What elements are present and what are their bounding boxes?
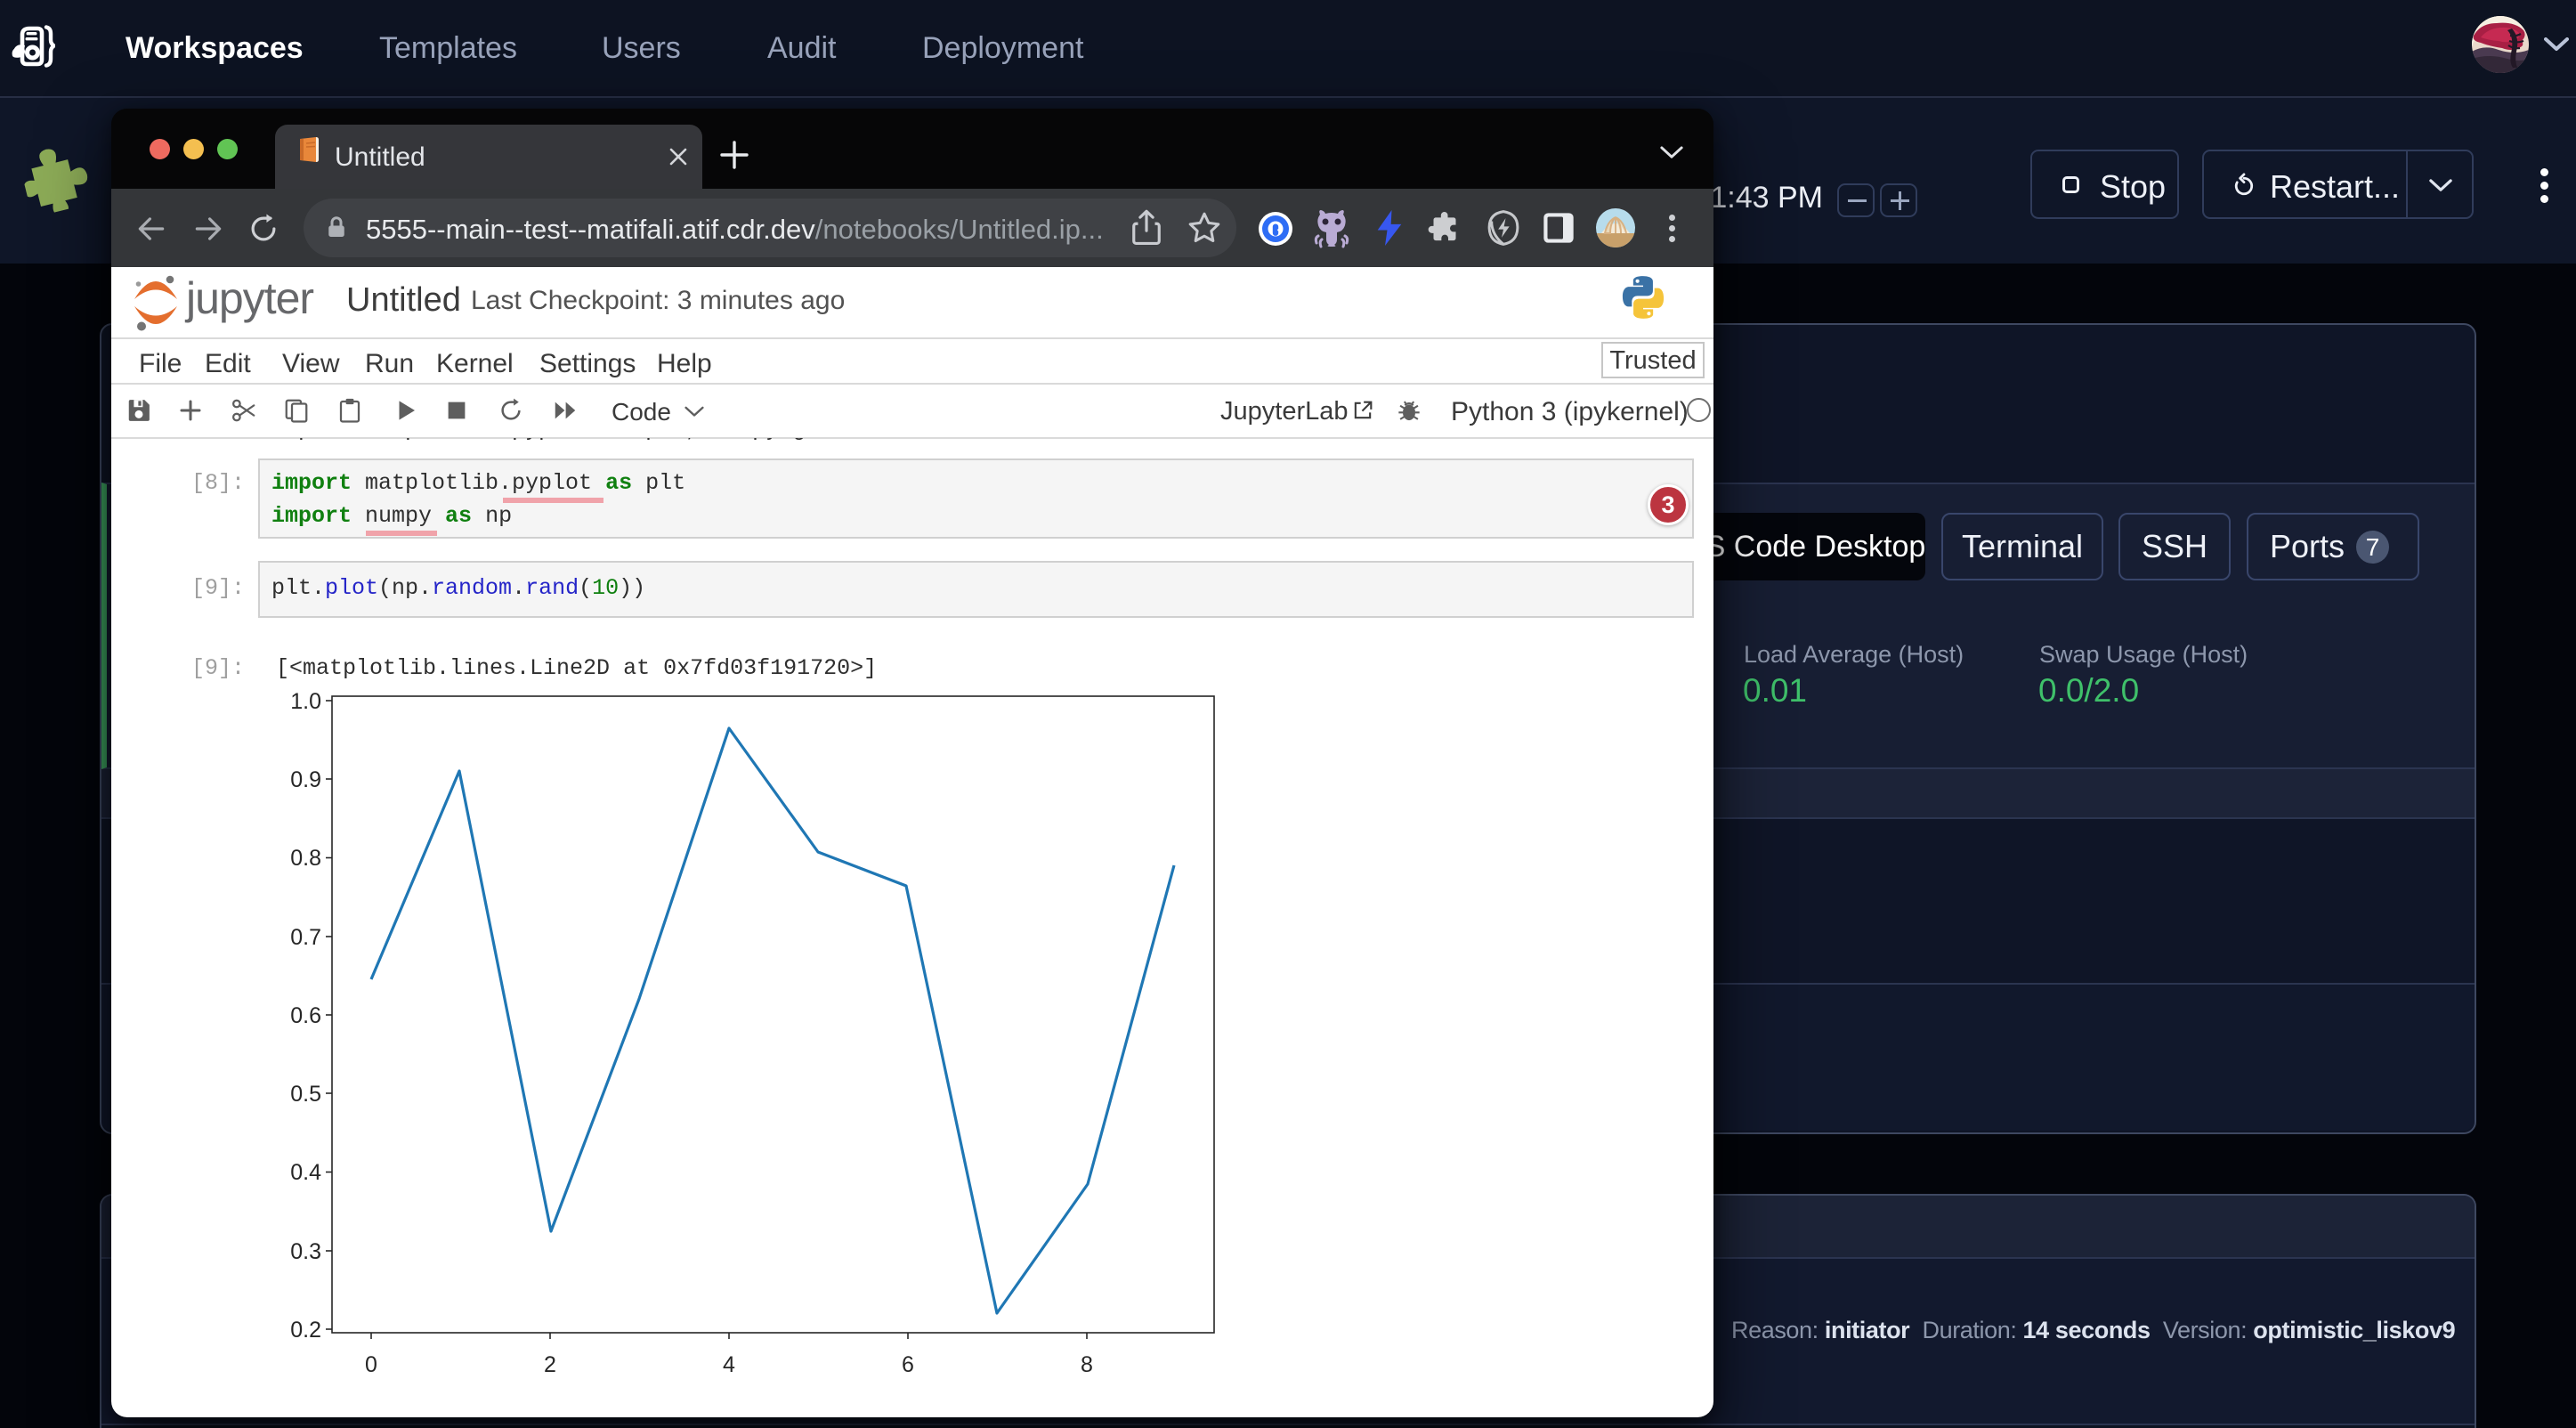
- svg-text:2: 2: [544, 1352, 556, 1377]
- svg-text:0.9: 0.9: [290, 767, 321, 792]
- svg-text:0.8: 0.8: [290, 846, 321, 871]
- svg-text:8: 8: [1081, 1352, 1093, 1377]
- svg-text:1.0: 1.0: [290, 689, 321, 714]
- svg-text:0.7: 0.7: [290, 925, 321, 950]
- svg-text:0.6: 0.6: [290, 1003, 321, 1028]
- svg-text:6: 6: [902, 1352, 914, 1377]
- svg-text:0.3: 0.3: [290, 1239, 321, 1264]
- svg-text:0.4: 0.4: [290, 1160, 321, 1185]
- svg-text:4: 4: [723, 1352, 735, 1377]
- svg-text:0: 0: [365, 1352, 377, 1377]
- svg-text:0.5: 0.5: [290, 1082, 321, 1107]
- svg-text:0.2: 0.2: [290, 1318, 321, 1343]
